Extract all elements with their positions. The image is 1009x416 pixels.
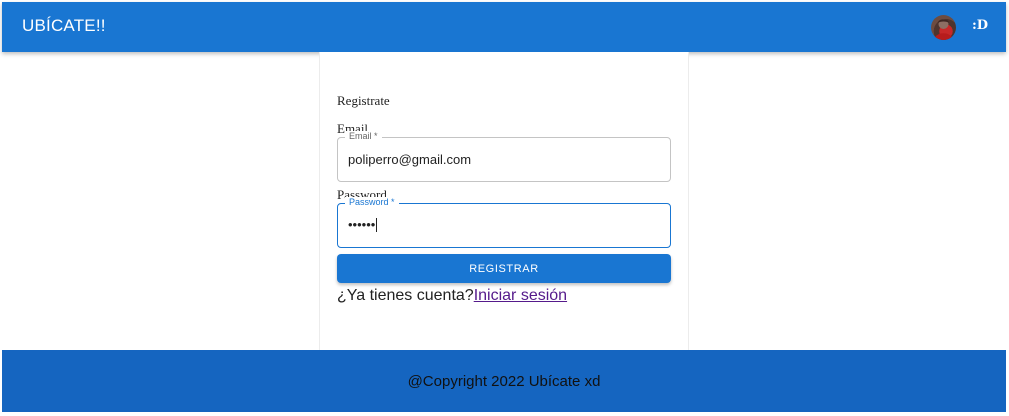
form-title: Registrate: [337, 93, 390, 108]
brand-title[interactable]: UBÍCATE!!: [22, 16, 106, 36]
account-question: ¿Ya tienes cuenta?: [337, 287, 474, 304]
email-field-legend: Email *: [345, 131, 382, 141]
text-caret: [376, 218, 378, 232]
password-field-legend: Password *: [345, 197, 399, 207]
user-menu-button[interactable]: :D: [972, 18, 988, 33]
password-field[interactable]: Password * ••••••: [337, 197, 671, 248]
password-field-value: ••••••: [348, 217, 376, 232]
app-bar: UBÍCATE!! :D: [2, 2, 1006, 52]
password-field-value-wrap: ••••••: [348, 217, 378, 232]
user-avatar-icon[interactable]: [931, 15, 956, 40]
register-button[interactable]: REGISTRAR: [337, 254, 671, 283]
footer-copyright: @Copyright 2022 Ubícate xd: [407, 372, 601, 390]
login-prompt: ¿Ya tienes cuenta?Iniciar sesión: [337, 287, 567, 305]
footer: @Copyright 2022 Ubícate xd: [2, 350, 1006, 412]
login-link[interactable]: Iniciar sesión: [474, 287, 567, 304]
email-field-value: poliperro@gmail.com: [348, 152, 472, 167]
email-field[interactable]: Email * poliperro@gmail.com: [337, 131, 671, 182]
